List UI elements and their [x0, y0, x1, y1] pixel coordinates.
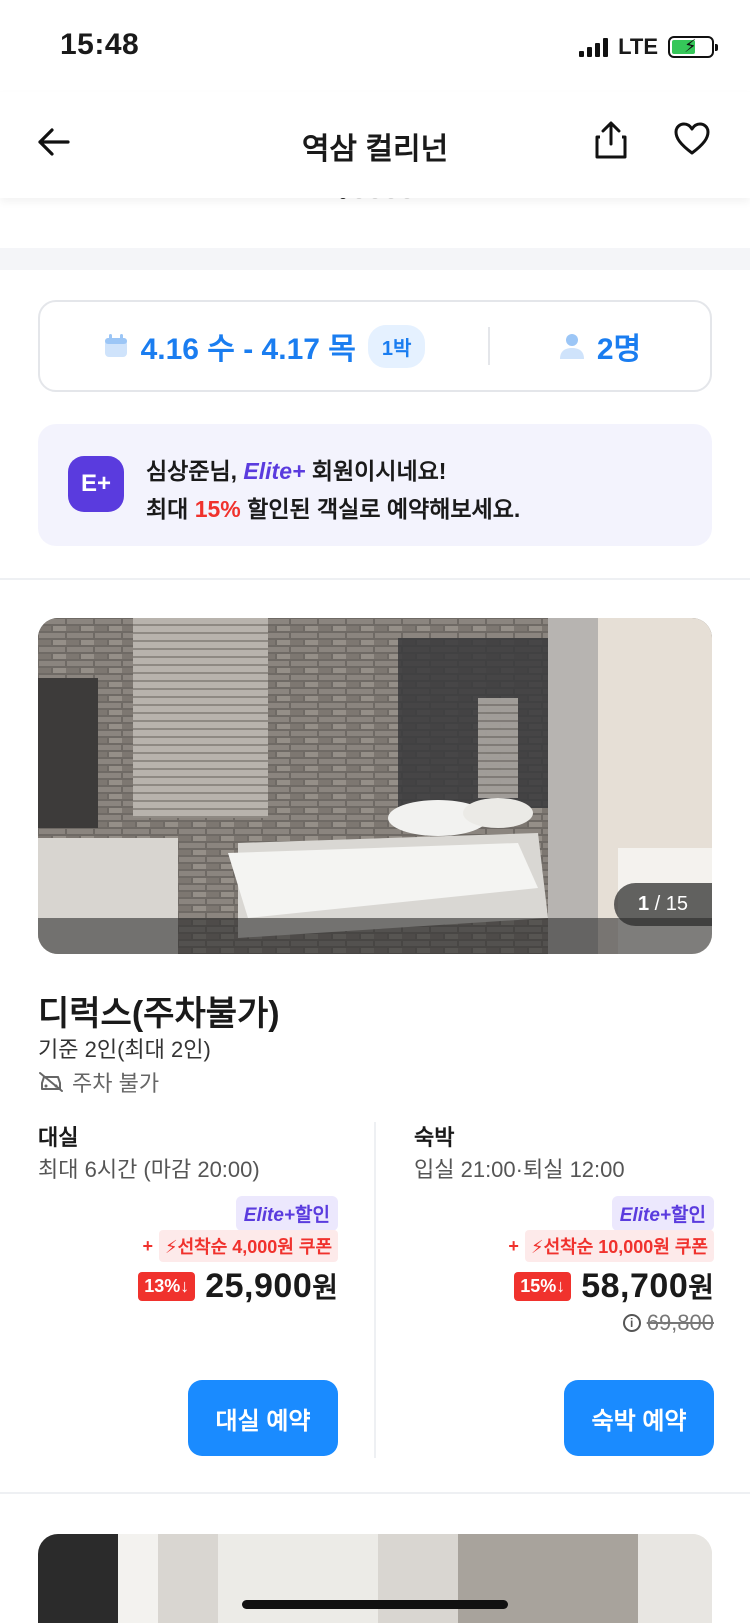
share-button[interactable] — [594, 120, 634, 164]
status-bar: 15:48 LTE ⚡ — [0, 0, 750, 92]
page-title: 역삼 컬리넌 — [301, 133, 449, 166]
section-divider — [0, 1492, 750, 1494]
day-use-book-button[interactable]: 대실 예약 — [188, 1380, 338, 1456]
battery-icon: ⚡ — [668, 36, 718, 58]
coupon-row: + ⚡선착순 4,000원 쿠폰 — [142, 1230, 338, 1262]
room-name: 디럭스(주차불가) — [38, 995, 280, 1033]
person-icon — [559, 334, 584, 359]
room-capacity: 기준 2인(최대 2인) — [38, 1037, 211, 1062]
overnight-option: 숙박 입실 21:00·퇴실 12:00 Elite+할인 + ⚡선착순 10,… — [414, 1120, 714, 1460]
favorite-button[interactable] — [674, 122, 714, 162]
signal-icon — [579, 37, 609, 57]
section-divider — [0, 248, 750, 270]
nights-badge: 1박 — [367, 324, 426, 368]
guest-selector[interactable]: 2명 — [490, 324, 710, 368]
elite-discount-tag: Elite+할인 — [611, 1196, 714, 1231]
day-use-title: 대실 — [38, 1125, 79, 1150]
room-photo-image — [38, 618, 712, 954]
image-counter: 1 / 15 — [613, 883, 712, 926]
price-row: 15%↓ 58,700원 — [514, 1266, 714, 1306]
network-label: LTE — [618, 34, 658, 59]
next-room-photo-image — [38, 1534, 712, 1623]
lightning-icon: ⚡ — [164, 1237, 178, 1257]
coupon-chip: ⚡선착순 4,000원 쿠폰 — [158, 1230, 338, 1262]
elite-brand: Elite+ — [243, 458, 306, 484]
overnight-hours: 입실 21:00·퇴실 12:00 — [414, 1157, 625, 1182]
coupon-chip: ⚡선착순 10,000원 쿠폰 — [524, 1230, 714, 1262]
elite-logo-icon: E+ — [68, 456, 124, 512]
lightning-icon: ⚡ — [530, 1237, 544, 1257]
room-photo[interactable]: 1 / 15 — [38, 618, 712, 954]
overnight-title: 숙박 — [414, 1125, 455, 1150]
no-parking-icon — [39, 1072, 63, 1092]
day-use-option: 대실 최대 6시간 (마감 20:00) Elite+할인 + ⚡선착순 4,0… — [38, 1120, 338, 1460]
app-header: 역삼 컬리넌 — [0, 92, 750, 198]
parking-info: 주차 불가 — [38, 1066, 159, 1098]
elite-greeting: 심상준님, Elite+ 회원이시네요! — [146, 458, 447, 484]
guest-count: 2명 — [596, 333, 642, 366]
status-time: 15:48 — [60, 28, 140, 61]
discount-badge: 15%↓ — [514, 1271, 572, 1301]
original-price: i 69,800 — [622, 1310, 714, 1336]
elite-percent: 15% — [194, 496, 241, 522]
parking-label: 주차 불가 — [72, 1071, 160, 1096]
home-indicator — [242, 1600, 508, 1609]
price: 25,900 — [205, 1267, 313, 1305]
price-row: 13%↓ 25,900원 — [138, 1266, 338, 1306]
date-selector[interactable]: 4.16 수 - 4.17 목 1박 — [40, 324, 488, 368]
section-divider — [0, 578, 750, 580]
elite-offer: 최대 15% 할인된 객실로 예약해보세요. — [146, 496, 521, 522]
status-indicators: LTE ⚡ — [579, 34, 718, 60]
next-room-photo[interactable] — [38, 1534, 712, 1623]
discount-badge: 13%↓ — [138, 1271, 196, 1301]
booking-selector: 4.16 수 - 4.17 목 1박 2명 — [38, 300, 712, 392]
calendar-icon — [104, 334, 127, 357]
day-use-hours: 최대 6시간 (마감 20:00) — [38, 1157, 260, 1182]
price: 58,700 — [581, 1267, 689, 1305]
info-icon[interactable]: i — [622, 1314, 641, 1332]
coupon-row: + ⚡선착순 10,000원 쿠폰 — [508, 1230, 714, 1262]
elite-discount-tag: Elite+할인 — [235, 1196, 338, 1231]
date-range: 4.16 수 - 4.17 목 — [140, 333, 356, 366]
share-icon — [595, 121, 627, 159]
column-divider — [374, 1122, 376, 1458]
heart-icon — [674, 122, 710, 155]
overnight-book-button[interactable]: 숙박 예약 — [564, 1380, 714, 1456]
elite-member-banner: E+ 심상준님, Elite+ 회원이시네요! 최대 15% 할인된 객실로 예… — [38, 424, 712, 546]
